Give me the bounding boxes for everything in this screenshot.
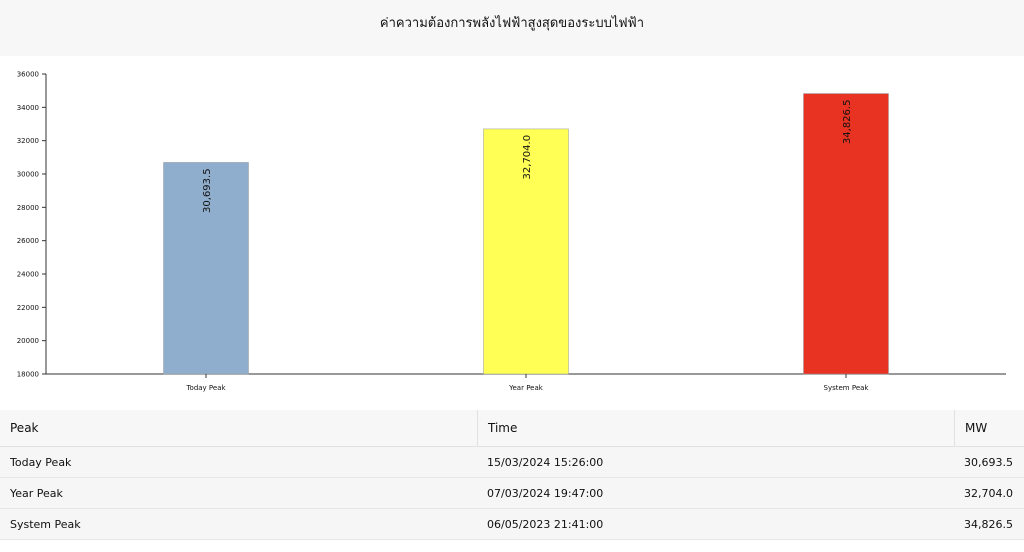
table-row: System Peak 06/05/2023 21:41:00 34,826.5 bbox=[0, 509, 1024, 540]
row-time: 15/03/2024 15:26:00 bbox=[487, 455, 604, 469]
bar-data-label: 30,693.5 bbox=[202, 168, 213, 213]
y-tick-label: 34000 bbox=[17, 104, 39, 112]
header-peak: Peak bbox=[10, 421, 39, 435]
header-time: Time bbox=[477, 410, 954, 446]
y-tick-label: 26000 bbox=[17, 237, 39, 245]
table-row: Today Peak 15/03/2024 15:26:00 30,693.5 bbox=[0, 447, 1024, 478]
y-tick-label: 30000 bbox=[17, 171, 39, 179]
row-mw: 30,693.5 bbox=[964, 455, 1013, 469]
row-time: 07/03/2024 19:47:00 bbox=[487, 486, 604, 500]
chart-header: ค่าความต้องการพลังไฟฟ้าสูงสุดของระบบไฟฟ้… bbox=[0, 0, 1024, 56]
y-tick-label: 22000 bbox=[17, 304, 39, 312]
table-header-row: Peak Time MW bbox=[0, 410, 1024, 447]
peak-table: Peak Time MW Today Peak 15/03/2024 15:26… bbox=[0, 410, 1024, 540]
header-mw: MW bbox=[954, 410, 1024, 446]
bar-data-label: 34,826.5 bbox=[842, 100, 853, 145]
x-tick-label: Today Peak bbox=[185, 384, 226, 392]
bar-data-label: 32,704.0 bbox=[522, 135, 533, 180]
y-tick-label: 36000 bbox=[17, 71, 39, 79]
row-time: 06/05/2023 21:41:00 bbox=[487, 517, 604, 531]
y-tick-label: 24000 bbox=[17, 271, 39, 279]
y-tick-label: 32000 bbox=[17, 137, 39, 145]
row-peak-name: System Peak bbox=[10, 517, 81, 531]
peak-demand-bar-chart: 18000 20000 22000 24000 26000 28000 30000 32000… bbox=[17, 71, 1006, 392]
row-peak-name: Today Peak bbox=[10, 455, 72, 469]
row-peak-name: Year Peak bbox=[10, 486, 63, 500]
y-tick-label: 18000 bbox=[17, 371, 39, 379]
table-row: Year Peak 07/03/2024 19:47:00 32,704.0 bbox=[0, 478, 1024, 509]
x-tick-label: Year Peak bbox=[508, 384, 544, 392]
y-tick-label: 20000 bbox=[17, 337, 39, 345]
chart-title: ค่าความต้องการพลังไฟฟ้าสูงสุดของระบบไฟฟ้… bbox=[379, 16, 645, 31]
row-mw: 34,826.5 bbox=[964, 517, 1013, 531]
y-tick-label: 28000 bbox=[17, 204, 39, 212]
row-mw: 32,704.0 bbox=[964, 486, 1013, 500]
x-tick-label: System Peak bbox=[824, 384, 870, 392]
